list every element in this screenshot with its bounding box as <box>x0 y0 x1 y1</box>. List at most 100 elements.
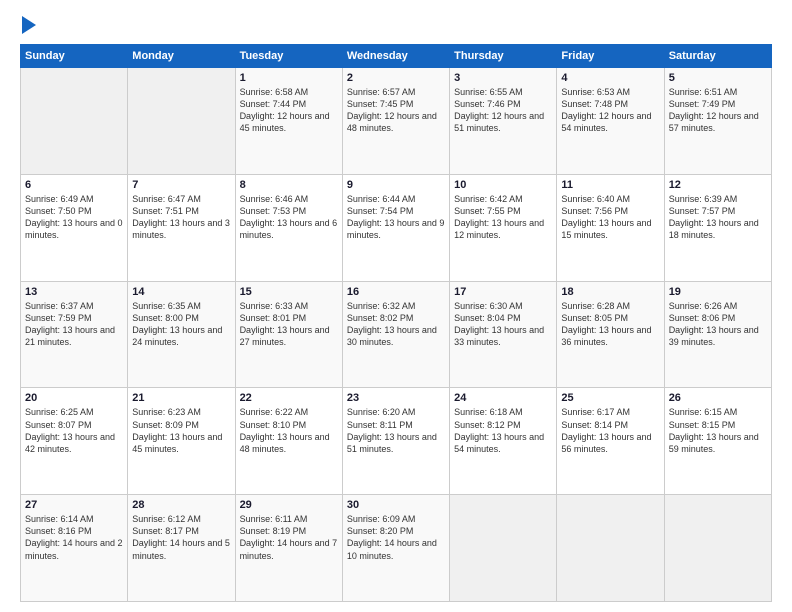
calendar-cell: 19 Sunrise: 6:26 AMSunset: 8:06 PMDayligh… <box>664 281 771 388</box>
day-number: 18 <box>561 286 659 298</box>
week-row-1: 1 Sunrise: 6:58 AMSunset: 7:44 PMDaylight… <box>21 68 772 175</box>
day-info: Sunrise: 6:40 AMSunset: 7:56 PMDaylight:… <box>561 193 659 242</box>
day-info: Sunrise: 6:17 AMSunset: 8:14 PMDaylight:… <box>561 406 659 455</box>
day-info: Sunrise: 6:15 AMSunset: 8:15 PMDaylight:… <box>669 406 767 455</box>
day-number: 26 <box>669 392 767 404</box>
calendar-cell: 4 Sunrise: 6:53 AMSunset: 7:48 PMDaylight… <box>557 68 664 175</box>
day-number: 2 <box>347 72 445 84</box>
day-info: Sunrise: 6:14 AMSunset: 8:16 PMDaylight:… <box>25 513 123 562</box>
calendar-cell: 2 Sunrise: 6:57 AMSunset: 7:45 PMDaylight… <box>342 68 449 175</box>
calendar-cell: 30 Sunrise: 6:09 AMSunset: 8:20 PMDayligh… <box>342 495 449 602</box>
day-header-monday: Monday <box>128 45 235 68</box>
calendar-cell: 23 Sunrise: 6:20 AMSunset: 8:11 PMDayligh… <box>342 388 449 495</box>
header <box>20 18 772 34</box>
day-info: Sunrise: 6:26 AMSunset: 8:06 PMDaylight:… <box>669 300 767 349</box>
day-info: Sunrise: 6:33 AMSunset: 8:01 PMDaylight:… <box>240 300 338 349</box>
day-info: Sunrise: 6:46 AMSunset: 7:53 PMDaylight:… <box>240 193 338 242</box>
calendar-cell: 9 Sunrise: 6:44 AMSunset: 7:54 PMDaylight… <box>342 174 449 281</box>
calendar-cell: 21Sunrise: 6:23 AMSunset: 8:09 PMDayligh… <box>128 388 235 495</box>
calendar-cell: 12Sunrise: 6:39 AMSunset: 7:57 PMDayligh… <box>664 174 771 281</box>
calendar-cell <box>450 495 557 602</box>
day-info: Sunrise: 6:11 AMSunset: 8:19 PMDaylight:… <box>240 513 338 562</box>
day-info: Sunrise: 6:25 AMSunset: 8:07 PMDaylight:… <box>25 406 123 455</box>
day-header-friday: Friday <box>557 45 664 68</box>
day-info: Sunrise: 6:28 AMSunset: 8:05 PMDaylight:… <box>561 300 659 349</box>
week-row-2: 6 Sunrise: 6:49 AMSunset: 7:50 PMDaylight… <box>21 174 772 281</box>
day-info: Sunrise: 6:22 AMSunset: 8:10 PMDaylight:… <box>240 406 338 455</box>
calendar-cell: 13 Sunrise: 6:37 AMSunset: 7:59 PMDayligh… <box>21 281 128 388</box>
week-row-4: 20Sunrise: 6:25 AMSunset: 8:07 PMDayligh… <box>21 388 772 495</box>
day-number: 11 <box>561 179 659 191</box>
day-info: Sunrise: 6:30 AMSunset: 8:04 PMDaylight:… <box>454 300 552 349</box>
day-number: 17 <box>454 286 552 298</box>
logo <box>20 18 36 34</box>
calendar-cell <box>557 495 664 602</box>
calendar-cell: 18 Sunrise: 6:28 AMSunset: 8:05 PMDayligh… <box>557 281 664 388</box>
calendar-cell: 28Sunrise: 6:12 AMSunset: 8:17 PMDayligh… <box>128 495 235 602</box>
day-number: 15 <box>240 286 338 298</box>
day-number: 30 <box>347 499 445 511</box>
day-number: 6 <box>25 179 123 191</box>
calendar-table: SundayMondayTuesdayWednesdayThursdayFrid… <box>20 44 772 602</box>
day-info: Sunrise: 6:57 AMSunset: 7:45 PMDaylight:… <box>347 86 445 135</box>
day-info: Sunrise: 6:09 AMSunset: 8:20 PMDaylight:… <box>347 513 445 562</box>
day-number: 19 <box>669 286 767 298</box>
day-number: 4 <box>561 72 659 84</box>
day-info: Sunrise: 6:58 AMSunset: 7:44 PMDaylight:… <box>240 86 338 135</box>
day-number: 27 <box>25 499 123 511</box>
calendar-cell: 7Sunrise: 6:47 AMSunset: 7:51 PMDaylight… <box>128 174 235 281</box>
day-number: 5 <box>669 72 767 84</box>
day-number: 14 <box>132 286 230 298</box>
day-number: 10 <box>454 179 552 191</box>
calendar-cell <box>21 68 128 175</box>
day-number: 8 <box>240 179 338 191</box>
week-row-3: 13 Sunrise: 6:37 AMSunset: 7:59 PMDayligh… <box>21 281 772 388</box>
day-header-saturday: Saturday <box>664 45 771 68</box>
day-number: 9 <box>347 179 445 191</box>
day-header-tuesday: Tuesday <box>235 45 342 68</box>
calendar-cell: 24 Sunrise: 6:18 AMSunset: 8:12 PMDayligh… <box>450 388 557 495</box>
calendar-cell: 8 Sunrise: 6:46 AMSunset: 7:53 PMDaylight… <box>235 174 342 281</box>
calendar-cell: 5 Sunrise: 6:51 AMSunset: 7:49 PMDaylight… <box>664 68 771 175</box>
day-header-thursday: Thursday <box>450 45 557 68</box>
day-info: Sunrise: 6:18 AMSunset: 8:12 PMDaylight:… <box>454 406 552 455</box>
calendar-cell: 14 Sunrise: 6:35 AMSunset: 8:00 PMDayligh… <box>128 281 235 388</box>
day-info: Sunrise: 6:20 AMSunset: 8:11 PMDaylight:… <box>347 406 445 455</box>
calendar-cell: 16 Sunrise: 6:32 AMSunset: 8:02 PMDayligh… <box>342 281 449 388</box>
day-info: Sunrise: 6:32 AMSunset: 8:02 PMDaylight:… <box>347 300 445 349</box>
day-number: 16 <box>347 286 445 298</box>
calendar-cell <box>128 68 235 175</box>
day-info: Sunrise: 6:12 AMSunset: 8:17 PMDaylight:… <box>132 513 230 562</box>
day-info: Sunrise: 6:42 AMSunset: 7:55 PMDaylight:… <box>454 193 552 242</box>
day-info: Sunrise: 6:55 AMSunset: 7:46 PMDaylight:… <box>454 86 552 135</box>
logo-arrow-icon <box>22 16 36 34</box>
calendar-cell: 1 Sunrise: 6:58 AMSunset: 7:44 PMDaylight… <box>235 68 342 175</box>
page: SundayMondayTuesdayWednesdayThursdayFrid… <box>0 0 792 612</box>
days-header-row: SundayMondayTuesdayWednesdayThursdayFrid… <box>21 45 772 68</box>
calendar-cell: 29Sunrise: 6:11 AMSunset: 8:19 PMDayligh… <box>235 495 342 602</box>
day-info: Sunrise: 6:37 AMSunset: 7:59 PMDaylight:… <box>25 300 123 349</box>
calendar-cell: 27 Sunrise: 6:14 AMSunset: 8:16 PMDayligh… <box>21 495 128 602</box>
calendar-cell: 26 Sunrise: 6:15 AMSunset: 8:15 PMDayligh… <box>664 388 771 495</box>
week-row-5: 27 Sunrise: 6:14 AMSunset: 8:16 PMDayligh… <box>21 495 772 602</box>
day-info: Sunrise: 6:51 AMSunset: 7:49 PMDaylight:… <box>669 86 767 135</box>
day-info: Sunrise: 6:53 AMSunset: 7:48 PMDaylight:… <box>561 86 659 135</box>
day-info: Sunrise: 6:49 AMSunset: 7:50 PMDaylight:… <box>25 193 123 242</box>
calendar-cell: 6 Sunrise: 6:49 AMSunset: 7:50 PMDaylight… <box>21 174 128 281</box>
day-number: 25 <box>561 392 659 404</box>
day-info: Sunrise: 6:44 AMSunset: 7:54 PMDaylight:… <box>347 193 445 242</box>
day-number: 24 <box>454 392 552 404</box>
calendar-cell <box>664 495 771 602</box>
day-info: Sunrise: 6:35 AMSunset: 8:00 PMDaylight:… <box>132 300 230 349</box>
calendar-cell: 25 Sunrise: 6:17 AMSunset: 8:14 PMDayligh… <box>557 388 664 495</box>
day-number: 1 <box>240 72 338 84</box>
day-number: 21 <box>132 392 230 404</box>
day-header-sunday: Sunday <box>21 45 128 68</box>
calendar-cell: 20Sunrise: 6:25 AMSunset: 8:07 PMDayligh… <box>21 388 128 495</box>
day-number: 23 <box>347 392 445 404</box>
day-number: 12 <box>669 179 767 191</box>
day-number: 13 <box>25 286 123 298</box>
day-number: 7 <box>132 179 230 191</box>
calendar-cell: 22Sunrise: 6:22 AMSunset: 8:10 PMDayligh… <box>235 388 342 495</box>
calendar-cell: 10 Sunrise: 6:42 AMSunset: 7:55 PMDayligh… <box>450 174 557 281</box>
